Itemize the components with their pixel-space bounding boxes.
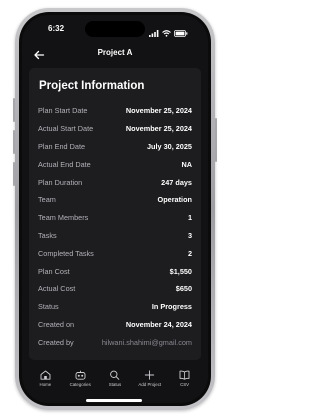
book-icon [170, 370, 200, 380]
info-label: Actual Cost [38, 284, 76, 294]
info-label: Team Members [38, 213, 89, 223]
info-value: July 30, 2025 [146, 141, 192, 151]
info-row-created-by: Created by hilwani.shahimi@gmail.com [38, 333, 192, 351]
info-row-tasks: Tasks 3 [38, 227, 192, 245]
tab-label: Add Project [138, 382, 162, 387]
info-label: Completed Tasks [38, 248, 94, 258]
battery-icon [174, 24, 188, 42]
plus-icon [135, 370, 165, 380]
info-label: Status [38, 302, 59, 312]
tab-label: Categories [69, 382, 91, 387]
app-header: Project A [22, 44, 208, 64]
info-value: 247 days [161, 177, 192, 187]
info-row-plan-duration: Plan Duration 247 days [38, 173, 192, 191]
info-label: Created on [38, 319, 75, 329]
info-value: NA [181, 159, 192, 169]
info-value: November 24, 2024 [125, 319, 192, 329]
tab-add-project[interactable]: Add Project [135, 370, 165, 394]
info-value: Operation [157, 195, 192, 205]
status-bar: 6:32 [22, 15, 208, 41]
signal-icon [149, 24, 159, 42]
status-icons [149, 24, 188, 42]
info-row-plan-cost: Plan Cost $1,550 [38, 262, 192, 280]
phone-bezel: 6:32 Project A Project Information Plan … [19, 12, 211, 406]
home-indicator [86, 399, 142, 402]
info-rows: Plan Start Date November 25, 2024 Actual… [38, 102, 192, 351]
tab-csv[interactable]: CSV [170, 370, 200, 394]
info-value: In Progress [151, 302, 192, 312]
tab-categories[interactable]: Categories [65, 370, 95, 394]
info-row-team: Team Operation [38, 191, 192, 209]
bottom-tab-bar: Home Categories Status Add Project CSV [22, 370, 208, 394]
info-value: $650 [175, 284, 192, 294]
info-row-status: Status In Progress [38, 298, 192, 316]
info-label: Actual End Date [38, 159, 91, 169]
info-row-actual-cost: Actual Cost $650 [38, 280, 192, 298]
categories-icon [65, 370, 95, 380]
search-icon [100, 370, 130, 380]
tab-label: Status [108, 382, 122, 387]
info-label: Tasks [38, 230, 57, 240]
info-value: 1 [187, 213, 192, 223]
tab-status[interactable]: Status [100, 370, 130, 394]
dynamic-island [85, 21, 145, 37]
tab-label: CSV [180, 382, 190, 387]
info-value: November 25, 2024 [125, 124, 192, 134]
wifi-icon [162, 24, 171, 42]
info-row-plan-end-date: Plan End Date July 30, 2025 [38, 138, 192, 156]
creator-email: hilwani.shahimi@gmail.com [101, 337, 192, 347]
tab-label: Home [39, 382, 52, 387]
info-label: Plan Cost [38, 266, 70, 276]
home-icon [30, 370, 60, 380]
info-row-plan-start-date: Plan Start Date November 25, 2024 [38, 102, 192, 120]
info-value: 3 [187, 230, 192, 240]
info-row-team-members: Team Members 1 [38, 209, 192, 227]
info-row-created-on: Created on November 24, 2024 [38, 316, 192, 334]
info-label: Created by [38, 337, 74, 347]
info-label: Actual Start Date [38, 124, 94, 134]
status-time: 6:32 [48, 24, 65, 33]
info-label: Plan Start Date [38, 106, 88, 116]
info-label: Plan End Date [38, 141, 86, 151]
info-row-actual-end-date: Actual End Date NA [38, 155, 192, 173]
card-title: Project Information [39, 80, 145, 92]
phone-screen: 6:32 Project A Project Information Plan … [22, 15, 208, 403]
info-label: Plan Duration [38, 177, 83, 187]
info-label: Team [38, 195, 56, 205]
phone-frame: 6:32 Project A Project Information Plan … [13, 8, 217, 410]
tab-home[interactable]: Home [30, 370, 60, 394]
info-value: $1,550 [169, 266, 192, 276]
info-value: 2 [187, 248, 192, 258]
page-title: Project A [97, 48, 133, 57]
info-row-actual-start-date: Actual Start Date November 25, 2024 [38, 120, 192, 138]
info-row-completed-tasks: Completed Tasks 2 [38, 244, 192, 262]
info-value: November 25, 2024 [125, 106, 192, 116]
project-info-card: Project Information Plan Start Date Nove… [29, 68, 201, 360]
